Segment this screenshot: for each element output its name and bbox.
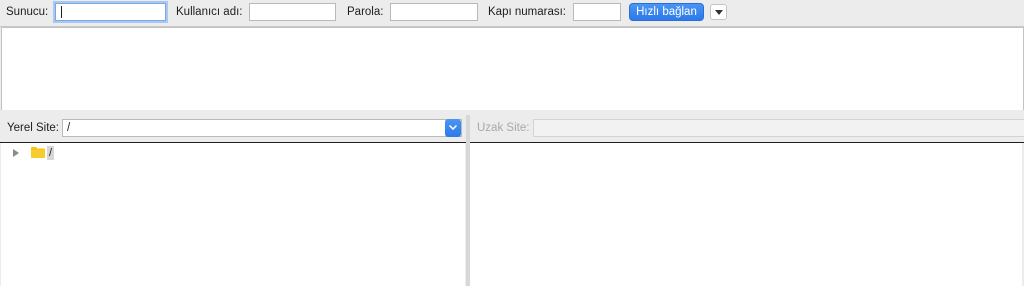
remote-site-label: Uzak Site: (477, 122, 530, 134)
text-caret (61, 6, 62, 18)
username-input[interactable] (249, 3, 336, 21)
password-input[interactable] (390, 3, 478, 21)
host-input[interactable] (55, 3, 166, 21)
port-label: Kapı numarası: (488, 6, 566, 18)
local-path-dropdown-button[interactable] (445, 119, 461, 137)
local-path-combobox[interactable]: / (62, 119, 462, 137)
host-label: Sunucu: (6, 6, 49, 18)
folder-icon (31, 147, 45, 158)
quickconnect-bar: Sunucu: Kullanıcı adı: Parola: Kapı numa… (0, 0, 1024, 27)
remote-path-combobox (533, 119, 1024, 137)
port-input[interactable] (573, 3, 621, 21)
tree-item-label: / (47, 146, 55, 160)
local-path-value: / (67, 122, 71, 134)
chevron-down-icon (715, 10, 723, 15)
local-site-panel: Yerel Site: / / (0, 115, 466, 286)
remote-site-panel: Uzak Site: (470, 115, 1024, 286)
password-label: Parola: (347, 6, 384, 18)
remote-site-bar: Uzak Site: (470, 115, 1024, 143)
local-directory-tree[interactable]: / (1, 143, 465, 286)
remote-directory-tree[interactable] (470, 143, 1022, 286)
username-label: Kullanıcı adı: (176, 6, 243, 18)
chevron-down-icon (449, 125, 457, 130)
disclosure-triangle-icon[interactable] (13, 149, 19, 157)
message-log[interactable] (1, 27, 1024, 111)
local-site-bar: Yerel Site: / (0, 115, 466, 143)
quickconnect-button[interactable]: Hızlı bağlan (629, 3, 704, 21)
local-site-label: Yerel Site: (7, 122, 59, 134)
quickconnect-history-dropdown[interactable] (710, 4, 727, 20)
filezilla-window: Sunucu: Kullanıcı adı: Parola: Kapı numa… (0, 0, 1024, 286)
